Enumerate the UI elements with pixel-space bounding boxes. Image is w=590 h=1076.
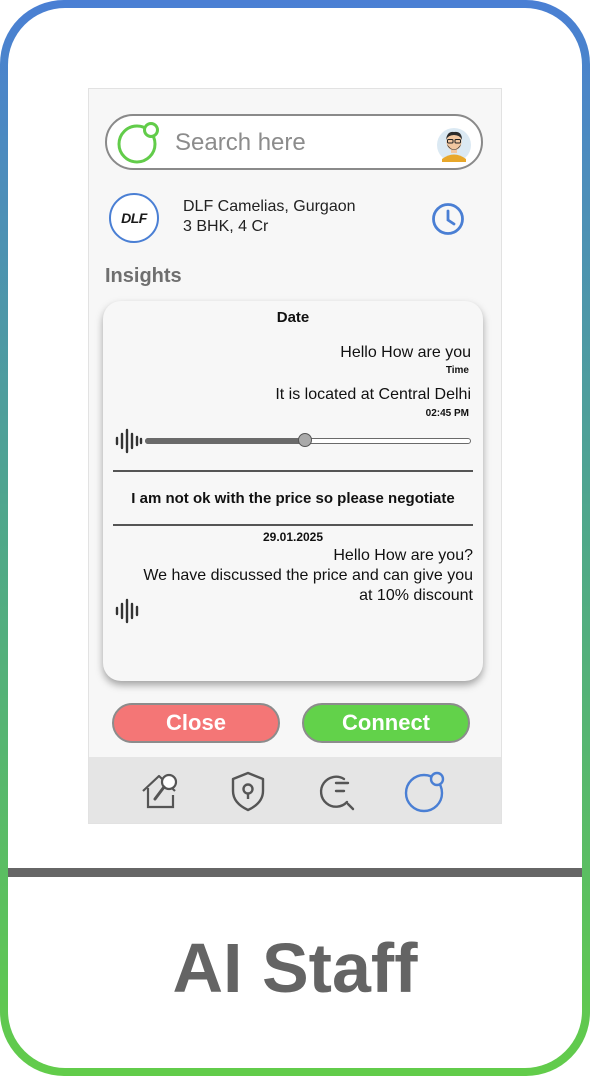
date-header: Date [276, 309, 310, 326]
insights-title: Insights [105, 265, 182, 287]
property-logo-text: DLF [121, 210, 147, 226]
time-label: Time [445, 365, 469, 376]
app-logo-icon [117, 122, 159, 164]
audio-progress [145, 438, 305, 444]
app-logo-icon[interactable] [403, 769, 447, 813]
divider [8, 868, 582, 877]
reply-line: at 10% discount [359, 587, 473, 604]
connect-button[interactable]: Connect [302, 703, 470, 743]
property-name: DLF Camelias, Gurgaon [183, 198, 356, 215]
message-1: Hello How are you [340, 344, 471, 361]
insights-card: Date Hello How are you Time It is locate… [103, 301, 483, 681]
avatar[interactable] [437, 128, 471, 162]
message-time: 02:45 PM [425, 408, 469, 419]
audio-wave-icon[interactable] [115, 598, 143, 624]
close-button[interactable]: Close [112, 703, 280, 743]
property-info: DLF Camelias, Gurgaon 3 BHK, 4 Cr [183, 197, 356, 237]
home-search-icon[interactable] [139, 769, 183, 813]
divider [113, 470, 473, 472]
divider [113, 524, 473, 526]
footer-title: AI Staff [172, 929, 418, 1007]
property-logo: DLF [109, 193, 159, 243]
reply-date: 29.01.2025 [262, 530, 324, 544]
search-menu-icon[interactable] [314, 769, 358, 813]
reply-line: Hello How are you? [333, 547, 473, 564]
clock-icon[interactable] [431, 202, 465, 236]
reply-line: We have discussed the price and can give… [143, 567, 473, 584]
reply-message: Hello How are you? We have discussed the… [113, 546, 473, 606]
search-input[interactable] [173, 126, 417, 160]
message-2: It is located at Central Delhi [275, 386, 471, 403]
negotiation-message: I am not ok with the price so please neg… [131, 490, 455, 507]
phone-screen: DLF DLF Camelias, Gurgaon 3 BHK, 4 Cr In… [88, 88, 502, 824]
shield-key-icon[interactable] [226, 769, 270, 813]
search-bar[interactable] [105, 114, 483, 170]
bottom-nav [89, 757, 501, 823]
audio-scrubber[interactable] [298, 433, 312, 447]
audio-wave-icon[interactable] [115, 428, 143, 454]
property-details: 3 BHK, 4 Cr [183, 218, 269, 235]
